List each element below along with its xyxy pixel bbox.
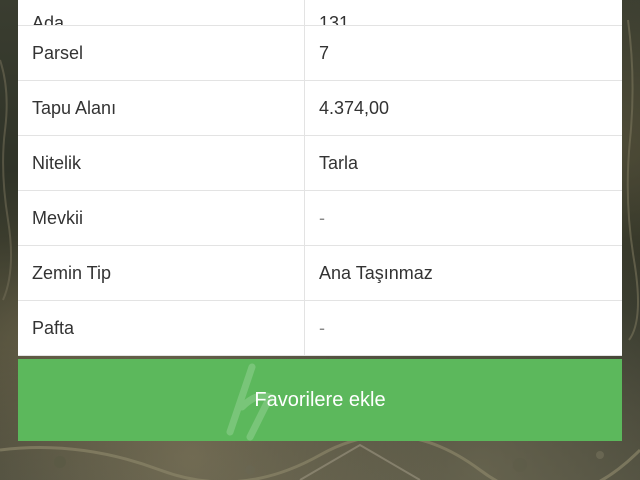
row-value: - [319,207,325,228]
table-row: Nitelik Tarla [18,136,622,191]
row-value: 7 [319,42,330,63]
row-label: Tapu Alanı [18,81,305,135]
row-value: - [319,317,325,338]
row-label: Parsel [18,26,305,80]
table-row: Mevkii - [18,191,622,246]
table-row: Parsel 7 [18,26,622,81]
row-label: Zemin Tip [18,246,305,300]
row-value: Tarla [319,152,359,173]
row-value: 131 [319,13,350,25]
table-row: Tapu Alanı 4.374,00 [18,81,622,136]
row-label: Ada [18,0,305,25]
row-value: 4.374,00 [319,97,390,118]
row-label: Pafta [18,301,305,355]
parcel-info-table: Ada 131 Parsel 7 Tapu Alanı 4.374,00 Nit… [18,0,622,356]
row-value: Ana Taşınmaz [319,262,433,283]
row-label: Mevkii [18,191,305,245]
row-label: Nitelik [18,136,305,190]
add-to-favorites-button[interactable]: Favorilere ekle [18,359,622,441]
watermark-logo [226,363,275,441]
table-row: Zemin Tip Ana Taşınmaz [18,246,622,301]
table-row: Pafta - [18,301,622,356]
table-row: Ada 131 [18,0,622,26]
